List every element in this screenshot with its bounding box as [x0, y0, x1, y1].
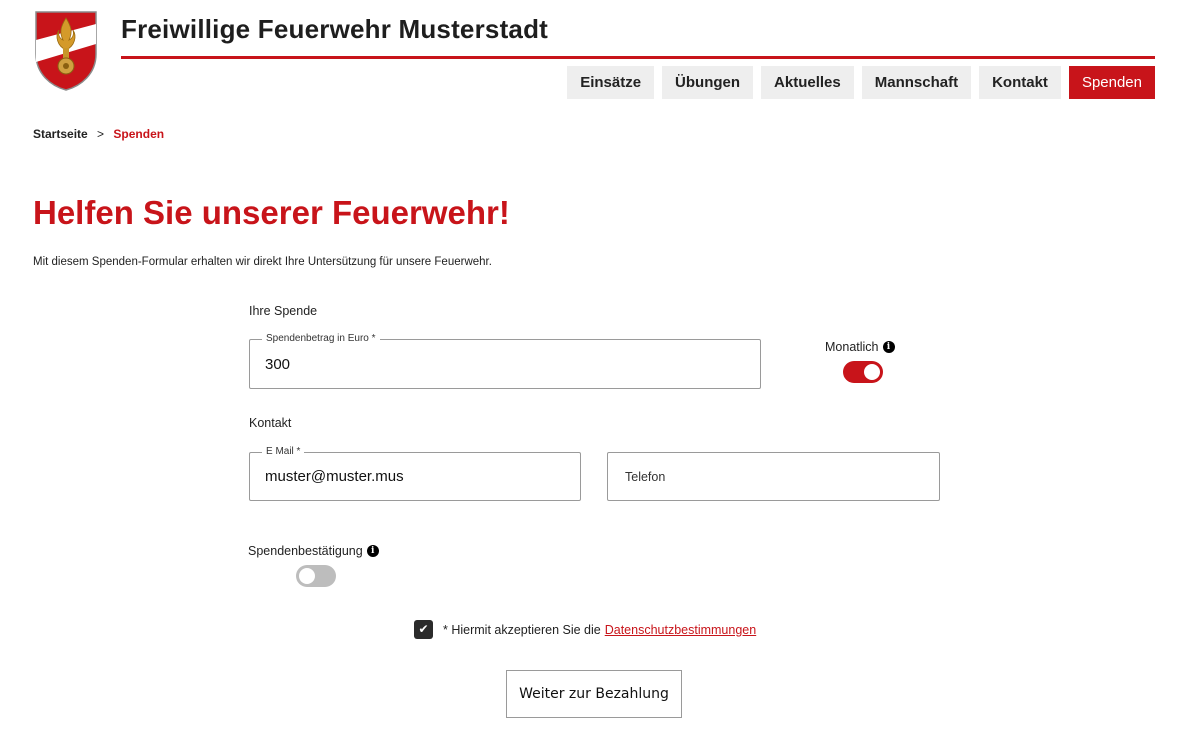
email-field[interactable]: E Mail * muster@muster.mus: [249, 446, 581, 501]
email-value[interactable]: muster@muster.mus: [265, 453, 404, 500]
check-icon: ✔: [418, 622, 429, 636]
nav-item-spenden[interactable]: Spenden: [1068, 66, 1155, 99]
nav-item-uebungen[interactable]: Übungen: [662, 66, 754, 99]
confirmation-label-text: Spendenbestätigung: [248, 544, 363, 558]
confirmation-label: Spendenbestätigung i: [248, 544, 379, 558]
info-icon[interactable]: i: [366, 545, 379, 557]
breadcrumb-current: Spenden: [113, 127, 165, 141]
breadcrumb: Startseite > Spenden: [33, 127, 164, 141]
amount-field[interactable]: Spendenbetrag in Euro * 300: [249, 333, 761, 389]
consent-row: ✔ * Hiermit akzeptieren Sie die Datensch…: [414, 620, 756, 639]
nav-item-einsaetze[interactable]: Einsätze: [567, 66, 655, 99]
nav-item-mannschaft[interactable]: Mannschaft: [861, 66, 972, 99]
phone-placeholder: Telefon: [625, 469, 666, 484]
toggle-knob: [299, 568, 315, 584]
consent-checkbox[interactable]: ✔: [414, 620, 433, 639]
page-intro: Mit diesem Spenden-Formular erhalten wir…: [33, 256, 492, 268]
monthly-label: Monatlich i: [825, 340, 895, 354]
donation-section-label: Ihre Spende: [249, 304, 318, 318]
contact-section-label: Kontakt: [249, 416, 292, 430]
header-divider: [121, 56, 1155, 59]
nav-item-kontakt[interactable]: Kontakt: [979, 66, 1061, 99]
monthly-label-text: Monatlich: [825, 340, 879, 354]
toggle-knob: [864, 364, 880, 380]
amount-value[interactable]: 300: [265, 340, 290, 388]
phone-field[interactable]: Telefon: [607, 452, 940, 501]
nav-item-aktuelles[interactable]: Aktuelles: [761, 66, 854, 99]
fire-brigade-logo[interactable]: [33, 10, 99, 92]
consent-text: * Hiermit akzeptieren Sie die: [443, 622, 601, 637]
info-icon[interactable]: i: [882, 341, 895, 353]
breadcrumb-home[interactable]: Startseite: [33, 127, 88, 141]
confirmation-toggle[interactable]: [296, 565, 336, 587]
monthly-toggle[interactable]: [843, 361, 883, 383]
page-title: Helfen Sie unserer Feuerwehr!: [33, 194, 510, 231]
site-title[interactable]: Freiwillige Feuerwehr Musterstadt: [121, 14, 548, 45]
main-nav: Einsätze Übungen Aktuelles Mannschaft Ko…: [567, 66, 1155, 99]
breadcrumb-separator: >: [97, 127, 105, 141]
continue-to-payment-button[interactable]: Weiter zur Bezahlung: [506, 670, 682, 718]
privacy-policy-link[interactable]: Datenschutzbestimmungen: [605, 623, 756, 637]
